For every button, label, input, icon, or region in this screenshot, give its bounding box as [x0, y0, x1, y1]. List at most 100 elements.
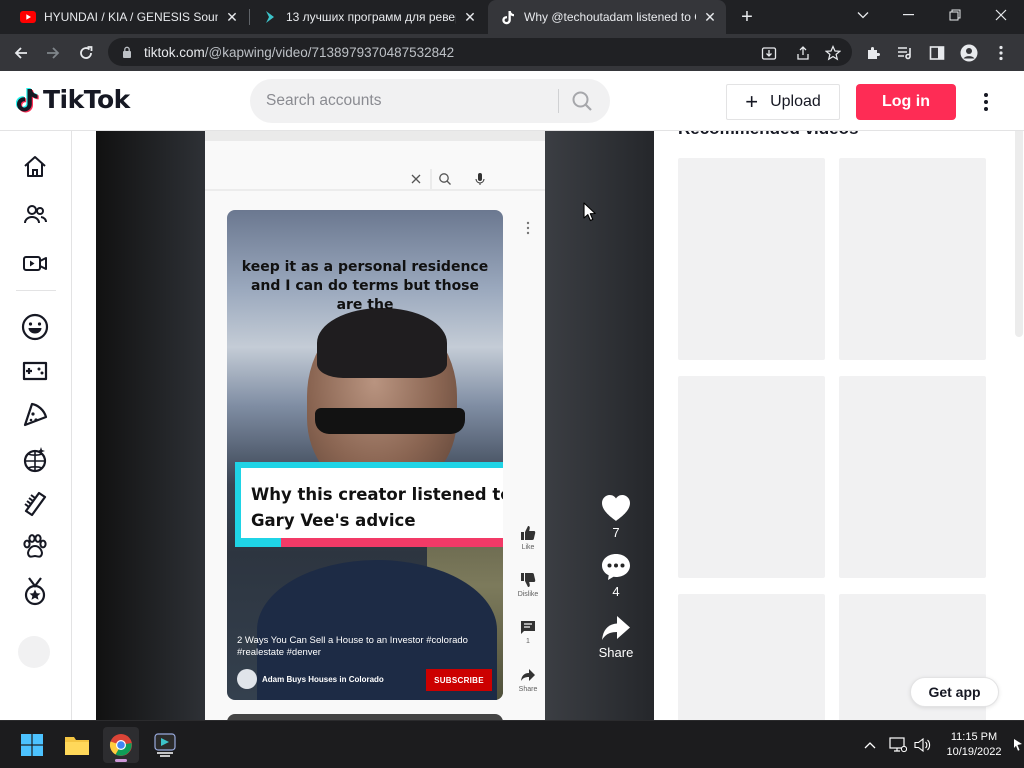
tray-chevron-up-icon[interactable] [860, 735, 880, 755]
browser-tab-youtube[interactable]: HYUNDAI / KIA / GENESIS Sound ✕ [8, 0, 248, 34]
recommended-video-card[interactable] [678, 594, 825, 720]
tab-title: Why @techoutadam listened to G [524, 10, 696, 24]
thumbs-down-icon [519, 571, 537, 589]
food-icon[interactable] [20, 400, 50, 430]
side-panel-icon[interactable] [926, 42, 948, 64]
short-caption: keep it as a personal residence and I ca… [241, 259, 489, 313]
reload-icon[interactable] [73, 40, 99, 66]
short-sunglasses [315, 408, 465, 434]
title-card: Why this creator listened to Gary Vee's … [231, 462, 503, 547]
channel-avatar [237, 669, 257, 689]
logo-wordmark: TikTok [43, 85, 130, 114]
recommended-video-card[interactable] [839, 158, 986, 360]
live-icon[interactable] [20, 248, 50, 278]
chrome-menu-icon[interactable] [990, 42, 1012, 64]
browser-tab-article[interactable]: 13 лучших программ для ревер ✕ [250, 0, 486, 34]
recommended-video-card[interactable] [678, 376, 825, 578]
following-icon[interactable] [20, 200, 50, 230]
yt-share: Share [515, 666, 541, 693]
close-window-icon[interactable] [978, 0, 1024, 30]
volume-icon[interactable] [913, 735, 933, 755]
share-button[interactable]: Share [590, 611, 642, 660]
recorder-app-icon[interactable] [147, 727, 183, 763]
yt-comments: 1 [515, 618, 541, 645]
teal-chevron-icon [262, 9, 278, 25]
yt-like-label: Like [521, 544, 535, 551]
lock-icon[interactable] [120, 45, 134, 59]
upload-label: Upload [770, 93, 821, 110]
bookmark-star-icon[interactable] [824, 44, 842, 62]
minimize-icon[interactable] [886, 0, 932, 30]
extensions-icon[interactable] [862, 42, 884, 64]
page-scrollbar[interactable] [1015, 107, 1023, 337]
profile-icon[interactable] [958, 42, 980, 64]
video-player[interactable]: keep it as a personal residence and I ca… [96, 131, 654, 720]
share-icon[interactable] [794, 44, 812, 62]
system-clock[interactable]: 11:15 PM 10/19/2022 [942, 730, 1006, 760]
recommended-videos: Recommended videos [678, 119, 998, 720]
short-description: 2 Ways You Can Sell a House to an Invest… [237, 635, 468, 658]
tiktok-page: TikTok + Upload Log in [0, 71, 1024, 720]
recommended-video-card[interactable] [678, 158, 825, 360]
share-arrow-icon [519, 666, 537, 684]
install-app-icon[interactable] [760, 44, 778, 62]
get-app-button[interactable]: Get app [910, 677, 999, 707]
animals-icon[interactable] [20, 532, 50, 562]
login-button[interactable]: Log in [856, 84, 956, 120]
get-app-label: Get app [928, 684, 981, 700]
back-icon[interactable] [8, 40, 34, 66]
comment-button[interactable]: 4 [590, 550, 642, 599]
gaming-icon[interactable] [20, 356, 50, 386]
new-tab-button[interactable]: + [736, 6, 758, 28]
media-control-icon[interactable] [894, 42, 916, 64]
dance-icon[interactable] [20, 444, 50, 474]
short-channel: Adam Buys Houses in Colorado [237, 669, 384, 689]
tab-search-icon[interactable] [840, 0, 886, 30]
recommended-video-card[interactable] [839, 376, 986, 578]
frame-more-icon [526, 221, 530, 235]
address-bar[interactable]: tiktok.com/@kapwing/video/71389793704875… [108, 38, 852, 66]
beauty-icon[interactable] [20, 488, 50, 518]
yt-like: Like [515, 524, 541, 551]
browser-toolbar: tiktok.com/@kapwing/video/71389793704875… [0, 34, 1024, 71]
close-tab-icon[interactable]: ✕ [462, 9, 478, 25]
user-avatar-placeholder[interactable] [18, 636, 50, 668]
comment-count: 4 [612, 584, 620, 599]
restore-icon[interactable] [932, 0, 978, 30]
windows-taskbar: 11:15 PM 10/19/2022 [0, 720, 1024, 768]
upload-button[interactable]: + Upload [726, 84, 840, 120]
close-tab-icon[interactable]: ✕ [702, 9, 718, 25]
subscribe-button: SUBSCRIBE [426, 669, 492, 691]
search-icon[interactable] [570, 89, 594, 113]
notification-icon[interactable] [1008, 735, 1024, 755]
tiktok-logo[interactable]: TikTok [16, 85, 130, 114]
video-blur-left [96, 131, 206, 720]
close-tab-icon[interactable]: ✕ [224, 9, 240, 25]
channel-name: Adam Buys Houses in Colorado [262, 674, 384, 684]
url-host: tiktok.com [144, 44, 205, 60]
short-hair [317, 308, 447, 378]
like-count: 7 [612, 525, 620, 540]
clock-time: 11:15 PM [950, 731, 998, 743]
network-icon[interactable] [888, 735, 908, 755]
search-input[interactable] [266, 79, 566, 123]
frame-search-row [205, 167, 545, 191]
tab-title: HYUNDAI / KIA / GENESIS Sound [44, 10, 218, 24]
like-button[interactable]: 7 [590, 491, 642, 540]
forward-icon[interactable] [40, 40, 66, 66]
windows-start-icon[interactable] [14, 727, 50, 763]
tiktok-logo-icon [16, 88, 39, 113]
file-explorer-icon[interactable] [59, 727, 95, 763]
browser-tab-tiktok-active[interactable]: Why @techoutadam listened to G ✕ [488, 0, 726, 34]
tiktok-header: TikTok + Upload Log in [0, 71, 1024, 131]
chrome-taskbar-icon[interactable] [103, 727, 139, 763]
comedy-icon[interactable] [20, 312, 50, 342]
sidebar-divider [16, 290, 56, 291]
mouse-cursor-icon [583, 202, 597, 222]
comment-icon [599, 550, 633, 584]
clock-date: 10/19/2022 [946, 746, 1002, 758]
sports-icon[interactable] [20, 576, 50, 606]
home-icon[interactable] [20, 152, 50, 182]
youtube-icon [20, 9, 36, 25]
more-options-icon[interactable] [976, 89, 996, 115]
